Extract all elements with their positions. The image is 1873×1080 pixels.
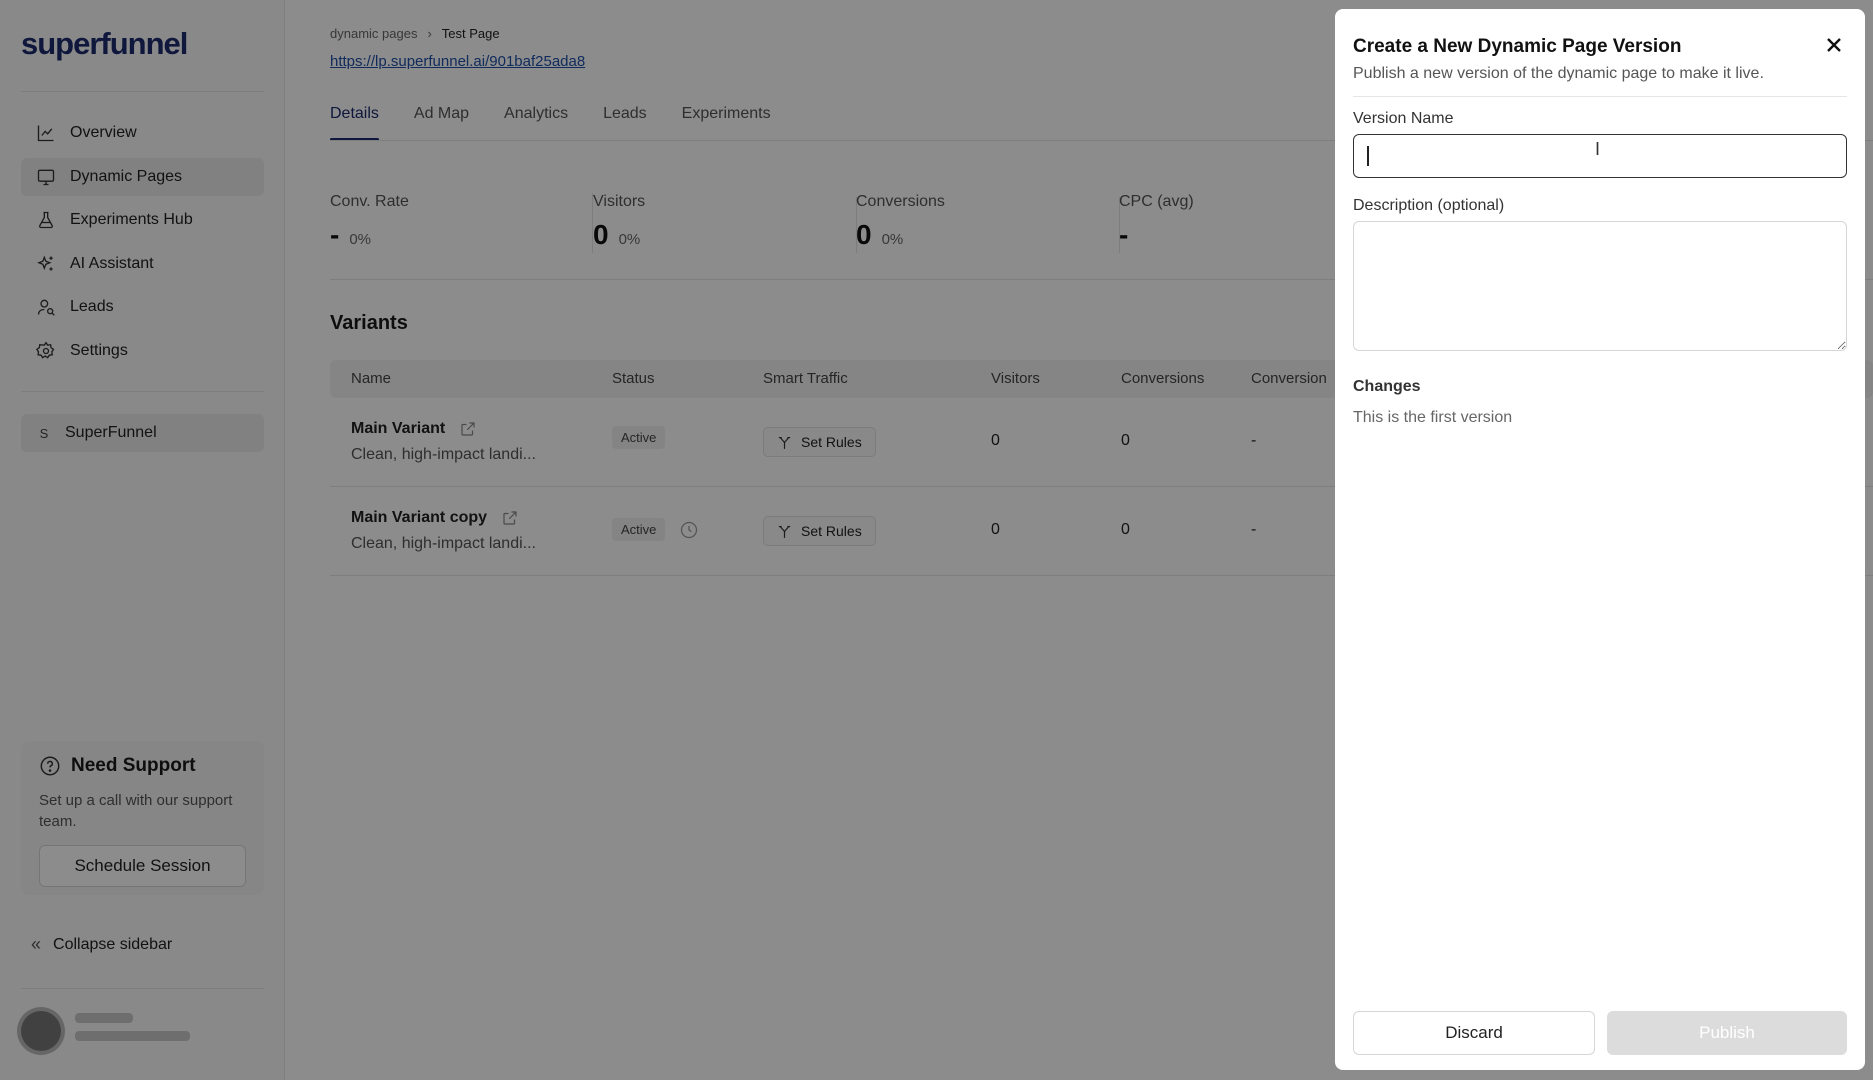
changes-text: This is the first version (1353, 409, 1513, 426)
close-button[interactable] (1823, 34, 1845, 56)
drawer-subtitle: Publish a new version of the dynamic pag… (1353, 65, 1764, 82)
description-textarea[interactable] (1353, 221, 1847, 351)
create-version-drawer: Create a New Dynamic Page Version Publis… (1335, 9, 1865, 1070)
publish-button[interactable]: Publish (1607, 1011, 1847, 1055)
version-name-label: Version Name (1353, 110, 1454, 127)
discard-button[interactable]: Discard (1353, 1011, 1595, 1055)
drawer-divider (1353, 96, 1847, 97)
changes-label: Changes (1353, 378, 1421, 395)
description-label: Description (optional) (1353, 197, 1505, 214)
text-caret (1367, 146, 1369, 166)
close-icon (1827, 38, 1841, 52)
drawer-title: Create a New Dynamic Page Version (1353, 36, 1682, 57)
text-cursor-icon: I (1595, 139, 1601, 159)
